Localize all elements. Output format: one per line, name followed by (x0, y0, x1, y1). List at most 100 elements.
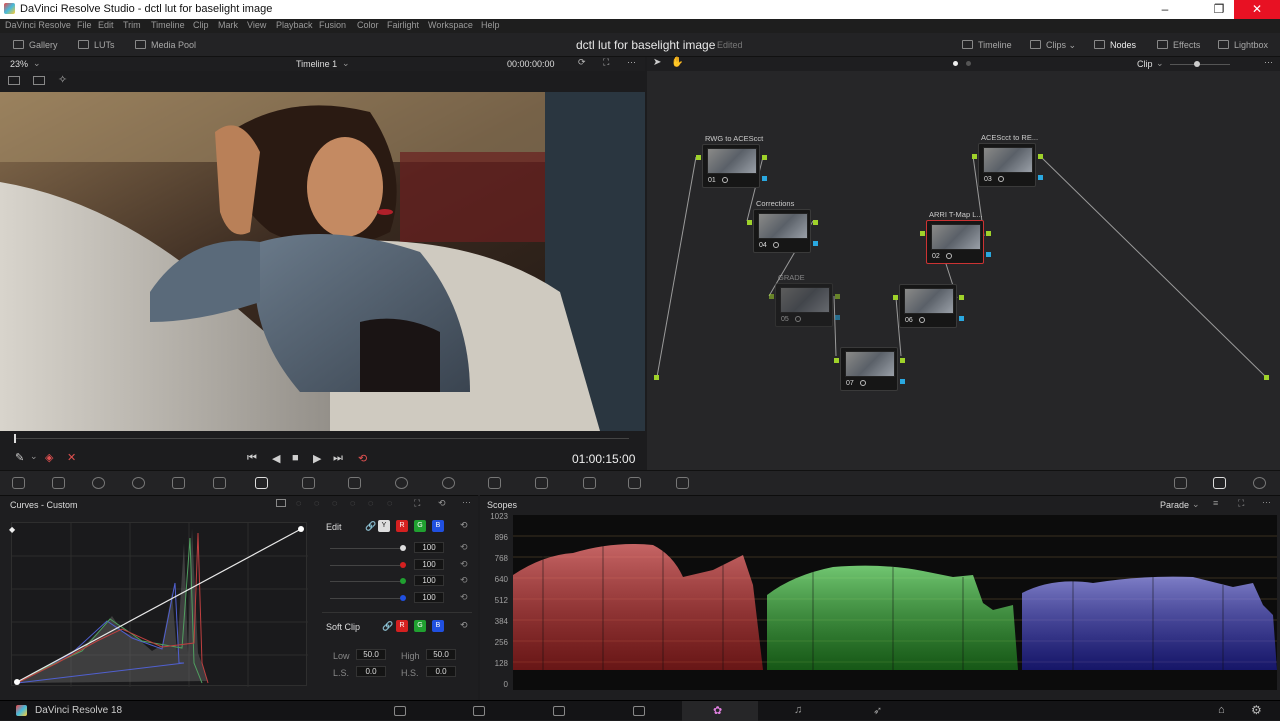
go-to-start-icon[interactable]: ⏮ (247, 452, 257, 465)
menu-mark[interactable]: Mark (218, 20, 238, 30)
soft-clip-b-button[interactable]: B (432, 620, 444, 632)
curves-icon[interactable] (255, 477, 268, 489)
node-input-pin[interactable] (834, 358, 839, 363)
r-reset-icon[interactable]: ⟲ (460, 559, 468, 570)
hand-icon[interactable]: ✋ (671, 57, 683, 68)
input-pin[interactable] (654, 375, 659, 380)
scrub-track[interactable] (15, 438, 629, 439)
g-intensity-slider[interactable] (330, 581, 400, 582)
menu-fusion[interactable]: Fusion (319, 20, 346, 30)
edit-page-icon[interactable] (553, 706, 565, 716)
zoom-select[interactable]: 23% (10, 59, 28, 69)
play-icon[interactable]: ▶ (313, 452, 321, 465)
menu-timeline[interactable]: Timeline (151, 20, 185, 30)
r-slider-handle[interactable] (400, 562, 406, 568)
zoom-slider-handle[interactable] (1194, 61, 1200, 67)
menu-edit[interactable]: Edit (98, 20, 114, 30)
split-view-icon[interactable] (33, 76, 45, 85)
lightbox-button[interactable]: Lightbox (1218, 40, 1268, 50)
hue-vs-sat-icon[interactable]: ◌ (314, 498, 319, 508)
ls-value[interactable]: 0.0 (356, 666, 386, 677)
loop-icon[interactable]: ⟲ (358, 452, 367, 465)
scopes-icon[interactable] (1213, 477, 1226, 489)
eyedropper-icon[interactable]: ✎ (15, 451, 24, 464)
menu-color[interactable]: Color (357, 20, 379, 30)
minimize-button[interactable]: – (1142, 0, 1188, 19)
stop-icon[interactable]: ■ (292, 452, 299, 464)
soft-clip-reset-icon[interactable]: ⟲ (460, 620, 468, 631)
soft-clip-link-icon[interactable]: 🔗 (382, 621, 393, 632)
node-key-pin[interactable] (986, 252, 991, 257)
go-to-end-icon[interactable]: ⏭ (333, 452, 343, 465)
node-01[interactable]: RWG to ACEScct 01 (696, 134, 767, 188)
magic-wand-icon[interactable]: ✧ (58, 73, 67, 86)
sat-vs-sat-icon[interactable]: ◌ (368, 498, 373, 508)
scope-options-icon[interactable]: ··· (1262, 497, 1271, 507)
node-input-pin[interactable] (747, 220, 752, 225)
node-output-pin[interactable] (959, 295, 964, 300)
node-input-pin[interactable] (972, 154, 977, 159)
single-view-icon[interactable] (8, 76, 20, 85)
r-intensity-value[interactable]: 100 (414, 559, 444, 570)
node-input-pin[interactable] (893, 295, 898, 300)
node-output-pin[interactable] (986, 231, 991, 236)
b-channel-button[interactable]: B (432, 520, 444, 532)
menu-file[interactable]: File (77, 20, 92, 30)
node-output-pin[interactable] (813, 220, 818, 225)
hue-vs-hue-icon[interactable]: ◌ (296, 498, 301, 508)
hue-vs-lum-icon[interactable]: ◌ (332, 498, 337, 508)
output-pin[interactable] (1264, 375, 1269, 380)
scrub-bar[interactable] (0, 431, 645, 446)
node-page-dot-active[interactable] (953, 61, 958, 66)
g-slider-handle[interactable] (400, 578, 406, 584)
cut-page-icon[interactable] (473, 706, 485, 716)
b-intensity-value[interactable]: 100 (414, 592, 444, 603)
menu-view[interactable]: View (247, 20, 266, 30)
color-wheels-icon[interactable] (92, 477, 105, 489)
pointer-icon[interactable]: ➤ (653, 57, 661, 68)
play-reverse-icon[interactable]: ◀ (272, 452, 280, 465)
node-options-icon[interactable]: ··· (1264, 57, 1273, 67)
node-07[interactable]: 07 (834, 347, 905, 391)
keyframes-icon[interactable] (1174, 477, 1187, 489)
soft-clip-r-button[interactable]: R (396, 620, 408, 632)
r-channel-button[interactable]: R (396, 520, 408, 532)
sat-vs-lum-icon[interactable]: ◌ (387, 498, 392, 508)
scope-settings-icon[interactable]: ≡ (1213, 498, 1218, 508)
fusion-page-icon[interactable] (633, 706, 645, 716)
node-page-dot[interactable] (966, 61, 971, 66)
b-slider-handle[interactable] (400, 595, 406, 601)
deliver-page-icon[interactable]: ➶ (873, 704, 882, 717)
window-icon[interactable] (395, 477, 408, 489)
g-channel-button[interactable]: G (414, 520, 426, 532)
sizing-icon[interactable] (628, 477, 641, 489)
playhead[interactable] (14, 434, 16, 443)
menu-trim[interactable]: Trim (123, 20, 141, 30)
y-intensity-slider[interactable] (330, 548, 400, 549)
close-button[interactable]: ✕ (1234, 0, 1280, 19)
hdr-icon[interactable] (213, 477, 226, 489)
fullscreen-icon[interactable]: ⛶ (603, 57, 609, 68)
timecode-field[interactable]: 00:00:00:00 (507, 59, 555, 69)
y-reset-icon[interactable]: ⟲ (460, 542, 468, 553)
node-06[interactable]: 06 (893, 284, 964, 328)
key-icon[interactable] (583, 477, 596, 489)
curves-options-icon[interactable]: ··· (462, 497, 471, 507)
effects-button[interactable]: Effects (1157, 40, 1200, 50)
timeline-button[interactable]: Timeline (962, 40, 1012, 50)
media-page-icon[interactable] (394, 706, 406, 716)
node-input-pin[interactable] (696, 155, 701, 160)
zoom-chevron-icon[interactable]: ⌄ (33, 58, 41, 69)
info-icon[interactable] (1253, 477, 1266, 489)
node-input-pin[interactable] (769, 294, 774, 299)
y-slider-handle[interactable] (400, 545, 406, 551)
mute-icon[interactable]: ✕ (67, 451, 76, 464)
qualifier-icon[interactable] (348, 477, 361, 489)
node-key-pin[interactable] (1038, 175, 1043, 180)
zoom-slider[interactable] (1170, 64, 1230, 65)
curve-graph[interactable] (11, 522, 308, 687)
g-intensity-value[interactable]: 100 (414, 575, 444, 586)
node-output-pin[interactable] (835, 294, 840, 299)
node-key-pin[interactable] (835, 315, 840, 320)
link-icon[interactable]: 🔗 (365, 521, 376, 532)
